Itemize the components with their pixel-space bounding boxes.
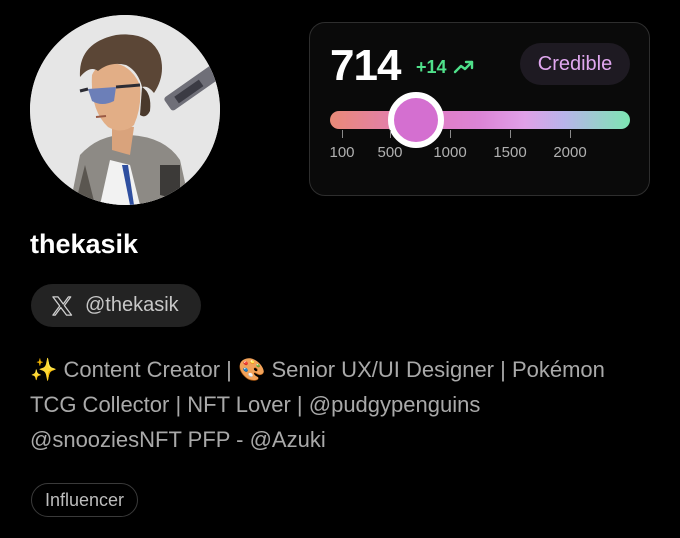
scale-tick: [510, 130, 511, 138]
scale-tick-label: 1500: [493, 144, 527, 161]
score-delta-value: +14: [416, 57, 447, 77]
tier-badge[interactable]: Credible: [520, 43, 630, 85]
bio-line: ✨ Content Creator | 🎨 Senior UX/UI Desig…: [30, 357, 605, 382]
x-handle-link[interactable]: @thekasik: [31, 284, 201, 327]
profile-page: 714 +14 Credible 100 500 1000 1500 2000 thek…: [0, 0, 680, 538]
bio: ✨ Content Creator | 🎨 Senior UX/UI Desig…: [30, 352, 660, 457]
bio-line: @snooziesNFT PFP - @Azuki: [30, 427, 326, 452]
scale-tick-label: 500: [377, 144, 403, 161]
slider-thumb[interactable]: [387, 92, 444, 148]
scale-tick: [570, 130, 571, 138]
scale-tick: [450, 130, 451, 138]
tag-badge[interactable]: Influencer: [31, 483, 139, 517]
scale-tick-label: 1000: [433, 144, 467, 161]
scale-tick: [390, 130, 391, 138]
avatar[interactable]: [30, 15, 220, 205]
x-logo-icon: [51, 295, 73, 316]
scale-tick-label: 100: [329, 144, 355, 161]
score-card: 714 +14 Credible 100 500 1000 1500 2000: [309, 22, 650, 196]
score-value: 714: [330, 41, 401, 90]
x-handle: @thekasik: [85, 294, 179, 316]
trending-up-icon: [453, 59, 475, 75]
bio-line: TCG Collector | NFT Lover | @pudgypengui…: [30, 392, 481, 417]
score-slider[interactable]: [330, 92, 630, 148]
avatar-image: [30, 15, 220, 205]
display-name: thekasik: [30, 229, 139, 259]
scale-tick-label: 2000: [553, 144, 587, 161]
scale-tick: [342, 130, 343, 138]
score-delta: +14: [416, 56, 475, 78]
